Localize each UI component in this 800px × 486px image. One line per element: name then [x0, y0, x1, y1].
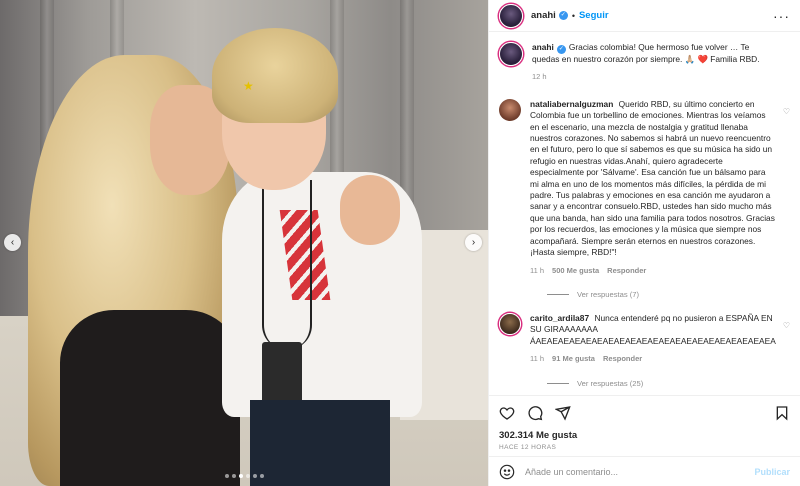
lanyard [262, 180, 312, 350]
reply-button[interactable]: Responder [603, 353, 642, 364]
post-header: anahi ✓ • Seguir ··· [489, 0, 800, 32]
caption-username[interactable]: anahi [532, 42, 554, 52]
view-replies-button[interactable]: Ver respuestas (25) [547, 379, 790, 388]
caption: anahi ✓ Gracias colombia! Que hermoso fue … [499, 42, 790, 83]
carousel-dot [238, 474, 243, 478]
boy-hair [212, 28, 338, 123]
post-timestamp: HACE 12 HORAS [499, 444, 557, 451]
carousel-indicator [0, 474, 488, 478]
comment-heart-icon[interactable]: ♡ [783, 321, 790, 330]
caption-text: Gracias colombia! Que hermoso fue volver… [532, 42, 760, 64]
bookmark-icon[interactable] [774, 405, 790, 421]
comment-item: carito_ardila87 Nunca entenderé pq no pu… [499, 312, 790, 365]
post-actions: 302.314 Me gusta HACE 12 HORAS [489, 395, 800, 451]
verified-icon: ✓ [558, 11, 568, 20]
carousel-dot [224, 474, 229, 478]
comment-item: nataliabernalguzman Querido RBD, su últi… [499, 98, 790, 276]
add-comment-bar: Publicar [489, 456, 800, 486]
comment-likes[interactable]: 500 Me gusta [552, 265, 599, 276]
carousel-dot [231, 474, 236, 478]
more-icon[interactable]: ··· [773, 8, 790, 24]
header-username[interactable]: anahi [531, 10, 556, 21]
avatar[interactable] [499, 312, 521, 335]
heart-icon[interactable] [499, 405, 515, 421]
carousel-dot [245, 474, 250, 478]
avatar[interactable] [499, 3, 523, 28]
caption-time: 12 h [532, 72, 547, 82]
view-replies-label: Ver respuestas (25) [577, 378, 644, 388]
comment-heart-icon[interactable]: ♡ [783, 107, 790, 116]
avatar[interactable] [499, 98, 521, 121]
chevron-right-icon[interactable]: › [465, 234, 482, 251]
publish-button[interactable]: Publicar [754, 467, 790, 477]
comment-time[interactable]: 11 h [530, 353, 544, 364]
comments-list[interactable]: anahi ✓ Gracias colombia! Que hermoso fue … [489, 32, 800, 388]
comment-likes[interactable]: 91 Me gusta [552, 353, 595, 364]
verified-icon: ✓ [556, 45, 566, 54]
post-sidebar: anahi ✓ • Seguir ··· anahi ✓ Gracias colom… [488, 0, 800, 486]
star-sticker-icon: ★ [243, 79, 254, 93]
comment-input[interactable] [525, 466, 745, 477]
reply-button[interactable]: Responder [607, 265, 646, 276]
share-icon[interactable] [554, 405, 571, 421]
chevron-left-icon[interactable]: ‹ [4, 234, 21, 251]
separator: • [571, 10, 575, 21]
carousel-dot [259, 474, 264, 478]
carousel-dot [252, 474, 257, 478]
comment-text: Querido RBD, su último concierto en Colo… [530, 98, 775, 258]
comment-username[interactable]: nataliabernalguzman [530, 99, 613, 109]
view-replies-label: Ver respuestas (7) [577, 289, 640, 299]
woman-hand [340, 175, 400, 245]
follow-button[interactable]: Seguir [579, 10, 609, 21]
post-photo[interactable]: ★ ‹ › [0, 0, 488, 486]
view-replies-button[interactable]: Ver respuestas (7) [547, 290, 790, 299]
comment-icon[interactable] [527, 405, 543, 421]
avatar[interactable] [499, 42, 523, 66]
comment-time[interactable]: 11 h [530, 265, 544, 276]
likes-count[interactable]: 302.314 Me gusta [499, 430, 790, 441]
comment-username[interactable]: carito_ardila87 [530, 313, 589, 323]
emoji-icon[interactable] [499, 464, 515, 480]
instagram-post: ★ ‹ › anahi ✓ • Seguir ··· anahi ✓ Gracias… [0, 0, 800, 486]
woman-dress [60, 310, 240, 486]
